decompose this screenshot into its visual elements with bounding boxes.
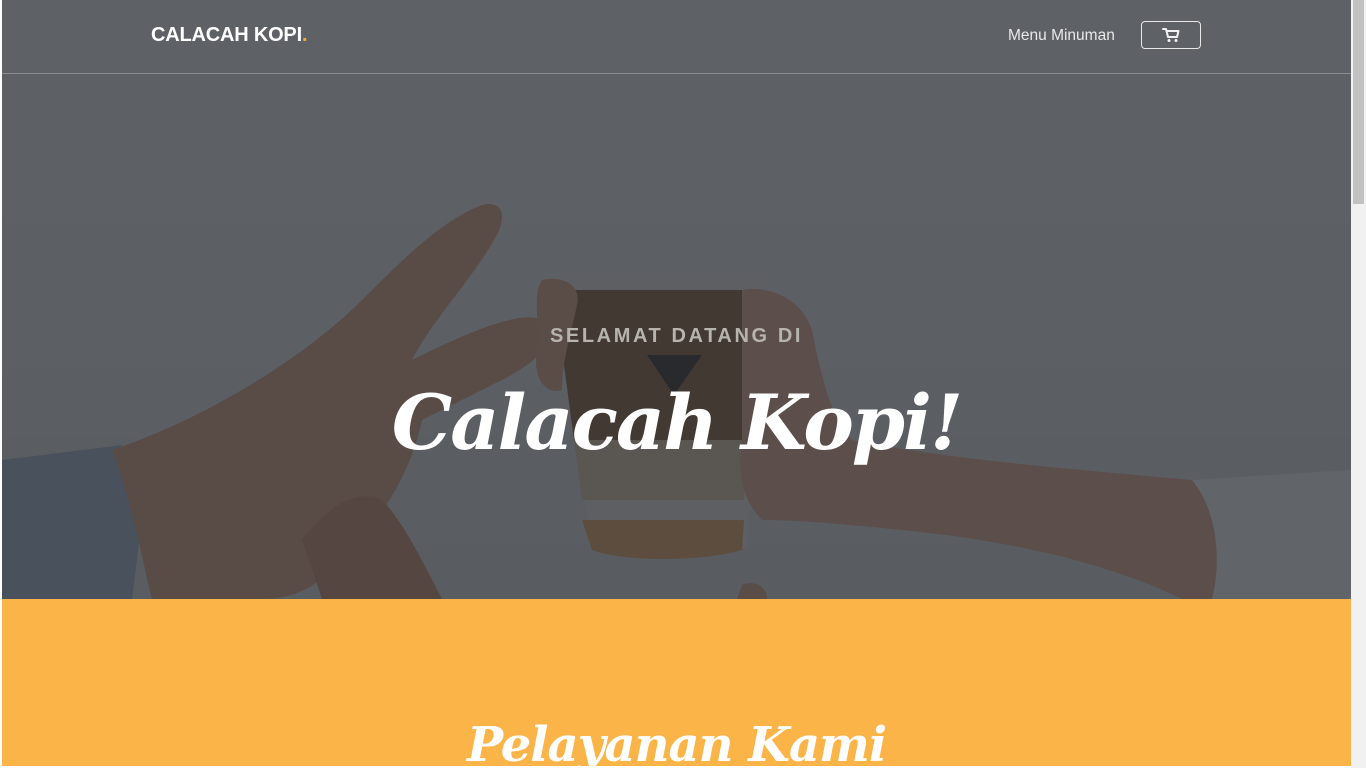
brand-name: CALACAH KOPI <box>151 24 302 46</box>
nav-link-menu-minuman[interactable]: Menu Minuman <box>1008 27 1115 45</box>
hero-section: SELAMAT DATANG DI Calacah Kopi! <box>2 0 1351 599</box>
services-section: Pelayanan Kami <box>2 599 1351 766</box>
scrollbar-thumb[interactable] <box>1353 0 1364 204</box>
cart-icon <box>1162 28 1180 42</box>
brand-logo-link[interactable]: CALACAH KOPI. <box>151 24 308 47</box>
page-viewport: SELAMAT DATANG DI Calacah Kopi! CALACAH … <box>2 0 1351 766</box>
brand-dot: . <box>301 24 308 46</box>
hero-dark-overlay <box>2 0 1351 599</box>
hero-headline: Calacah Kopi! <box>391 378 964 467</box>
services-title: Pelayanan Kami <box>466 717 887 766</box>
cart-button[interactable] <box>1141 21 1201 49</box>
hero-subtitle: SELAMAT DATANG DI <box>549 325 804 347</box>
top-navbar: CALACAH KOPI. Menu Minuman <box>2 0 1351 74</box>
